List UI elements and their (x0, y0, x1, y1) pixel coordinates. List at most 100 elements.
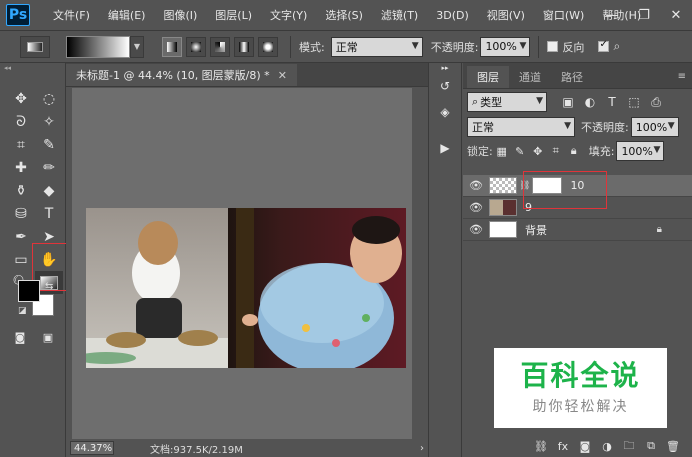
shape-filter-icon[interactable]: ⬚ (623, 95, 645, 110)
eye-icon[interactable]: 👁︎ (463, 179, 489, 192)
close-icon[interactable]: ✕ (660, 0, 692, 30)
menu-image[interactable]: 图像(I) (154, 7, 206, 23)
tab-layers[interactable]: 图层 (467, 66, 509, 88)
menu-select[interactable]: 选择(S) (316, 7, 372, 23)
status-menu-arrow-icon[interactable]: › (420, 443, 424, 454)
lock-paint-icon[interactable]: ✎ (511, 145, 529, 158)
menu-layer[interactable]: 图层(L) (206, 7, 261, 23)
menu-type[interactable]: 文字(Y) (261, 7, 316, 23)
eye-icon[interactable]: 👁︎ (463, 201, 489, 214)
fill-value: 100% (621, 144, 653, 158)
restore-icon[interactable]: ❐ (628, 0, 660, 30)
eye-icon[interactable]: 👁︎ (463, 223, 489, 236)
collapse-arrows-icon[interactable]: ▸▸ (429, 63, 461, 73)
marquee-tool-icon[interactable]: ◌ (35, 87, 63, 110)
panel-menu-icon[interactable]: ≡ (678, 71, 686, 82)
dither-checkbox[interactable] (598, 39, 610, 52)
new-layer-icon[interactable]: ⧉ (640, 439, 662, 453)
lock-artboard-icon[interactable]: ⌗ (547, 144, 565, 158)
diamond-gradient-button[interactable] (258, 36, 278, 57)
magic-wand-tool-icon[interactable]: ✧ (35, 110, 63, 133)
pen-tool-icon[interactable]: ✒ (7, 225, 35, 248)
photo-composite (86, 208, 406, 368)
gradient-picker-dropdown[interactable]: ▼ (130, 35, 144, 58)
layer-thumbnail[interactable] (489, 177, 517, 194)
layer-thumbnail[interactable] (489, 199, 517, 216)
document-info: 文档:937.5K/2.19M (150, 444, 243, 456)
lock-all-icon[interactable]: 🔒︎ (565, 144, 583, 158)
document-tab[interactable]: 未标题-1 @ 44.4% (10, 图层蒙版/8) * ✕ (66, 64, 297, 86)
layer-filter-select[interactable]: ⌕ 类型 ▼ (467, 92, 547, 112)
foreground-color-swatch[interactable] (18, 280, 40, 302)
chevron-down-icon: ▼ (519, 40, 527, 51)
chevron-down-icon: ▼ (536, 96, 543, 106)
layer-thumbnail[interactable] (489, 221, 517, 238)
smart-object-filter-icon[interactable]: ⎙ (645, 95, 667, 110)
link-layers-icon[interactable]: ⛓ (530, 440, 552, 453)
healing-brush-tool-icon[interactable]: ✚ (7, 156, 35, 179)
move-tool-icon[interactable]: ✥ (7, 87, 35, 110)
tool-preset-picker[interactable] (20, 35, 50, 58)
diamond-gradient-icon (263, 41, 273, 52)
angle-gradient-button[interactable] (210, 36, 230, 57)
clone-stamp-tool-icon[interactable]: ⚱ (7, 179, 35, 202)
actions-play-icon[interactable]: ▶ (429, 135, 461, 161)
adjustment-layer-icon[interactable]: ◑ (596, 440, 618, 453)
radial-gradient-button[interactable] (186, 36, 206, 57)
fx-icon[interactable]: fx (552, 440, 574, 453)
reflected-gradient-button[interactable] (234, 36, 254, 57)
group-folder-icon[interactable]: 🗀 (618, 437, 640, 456)
adjustment-filter-icon[interactable]: ◐ (579, 95, 601, 110)
rectangle-tool-icon[interactable]: ▭ (7, 248, 35, 271)
default-colors-icon[interactable]: ◪ (18, 306, 27, 316)
tab-paths[interactable]: 路径 (551, 66, 593, 88)
lasso-tool-icon[interactable]: ᘐ (7, 110, 35, 133)
crop-tool-icon[interactable]: ⌗ (7, 133, 35, 156)
layer-row[interactable]: 👁︎ 背景 🔒︎ (463, 219, 692, 241)
minimize-icon[interactable]: — (596, 0, 628, 30)
paint-bucket-tool-icon[interactable]: ⛁ (7, 202, 35, 225)
menu-3d[interactable]: 3D(D) (427, 9, 478, 22)
gradient-editor-swatch[interactable] (66, 35, 130, 58)
quick-mask-icon[interactable]: ◙ (6, 327, 34, 347)
reverse-checkbox[interactable] (547, 41, 559, 52)
menu-view[interactable]: 视图(V) (478, 7, 534, 23)
search-icon[interactable]: ⌕ (613, 39, 620, 54)
trash-icon[interactable]: 🗑︎ (662, 440, 684, 453)
collapse-arrows-icon[interactable]: ◂◂ (0, 63, 65, 73)
lock-position-icon[interactable]: ✥ (529, 145, 547, 158)
fill-input[interactable]: 100% ▼ (616, 141, 665, 161)
brush-tool-icon[interactable]: ✏ (35, 156, 63, 179)
linear-gradient-button[interactable] (162, 36, 182, 57)
screen-mode-icon[interactable]: ▣ (34, 327, 62, 347)
blend-mode-select[interactable]: 正常 ▼ (467, 117, 575, 137)
canvas[interactable] (72, 88, 412, 439)
properties-panel-icon[interactable]: ◈ (429, 99, 461, 125)
status-bar: 44.37% 文档:937.5K/2.19M › (66, 439, 428, 457)
separator (290, 35, 291, 58)
close-icon[interactable]: ✕ (278, 69, 287, 82)
separator (538, 35, 540, 58)
opacity-input[interactable]: 100% ▼ (480, 36, 531, 57)
photoshop-logo[interactable]: Ps (6, 4, 30, 26)
menu-window[interactable]: 窗口(W) (534, 7, 593, 23)
chevron-down-icon: ▼ (564, 121, 571, 131)
menu-file[interactable]: 文件(F) (44, 7, 99, 23)
layer-opacity-input[interactable]: 100% ▼ (630, 117, 679, 137)
add-mask-icon[interactable]: ◙ (574, 440, 596, 453)
tab-channels[interactable]: 通道 (509, 66, 551, 88)
blend-mode-value: 正常 (472, 121, 494, 134)
eraser-tool-icon[interactable]: ◆ (35, 179, 63, 202)
history-panel-icon[interactable]: ↺ (429, 73, 461, 99)
zoom-field[interactable]: 44.37% (70, 441, 114, 455)
type-filter-icon[interactable]: T (601, 95, 623, 110)
mode-select[interactable]: 正常 ▼ (330, 36, 423, 57)
menu-filter[interactable]: 滤镜(T) (372, 7, 427, 23)
type-tool-icon[interactable]: T (35, 202, 63, 225)
lock-transparent-icon[interactable]: ▦ (493, 145, 511, 158)
highlight-box-mask (523, 171, 607, 209)
pixel-filter-icon[interactable]: ▣ (557, 95, 579, 110)
eyedropper-tool-icon[interactable]: ✎ (35, 133, 63, 156)
swap-colors-icon[interactable]: ⇆ (45, 281, 53, 292)
menu-edit[interactable]: 编辑(E) (99, 7, 155, 23)
